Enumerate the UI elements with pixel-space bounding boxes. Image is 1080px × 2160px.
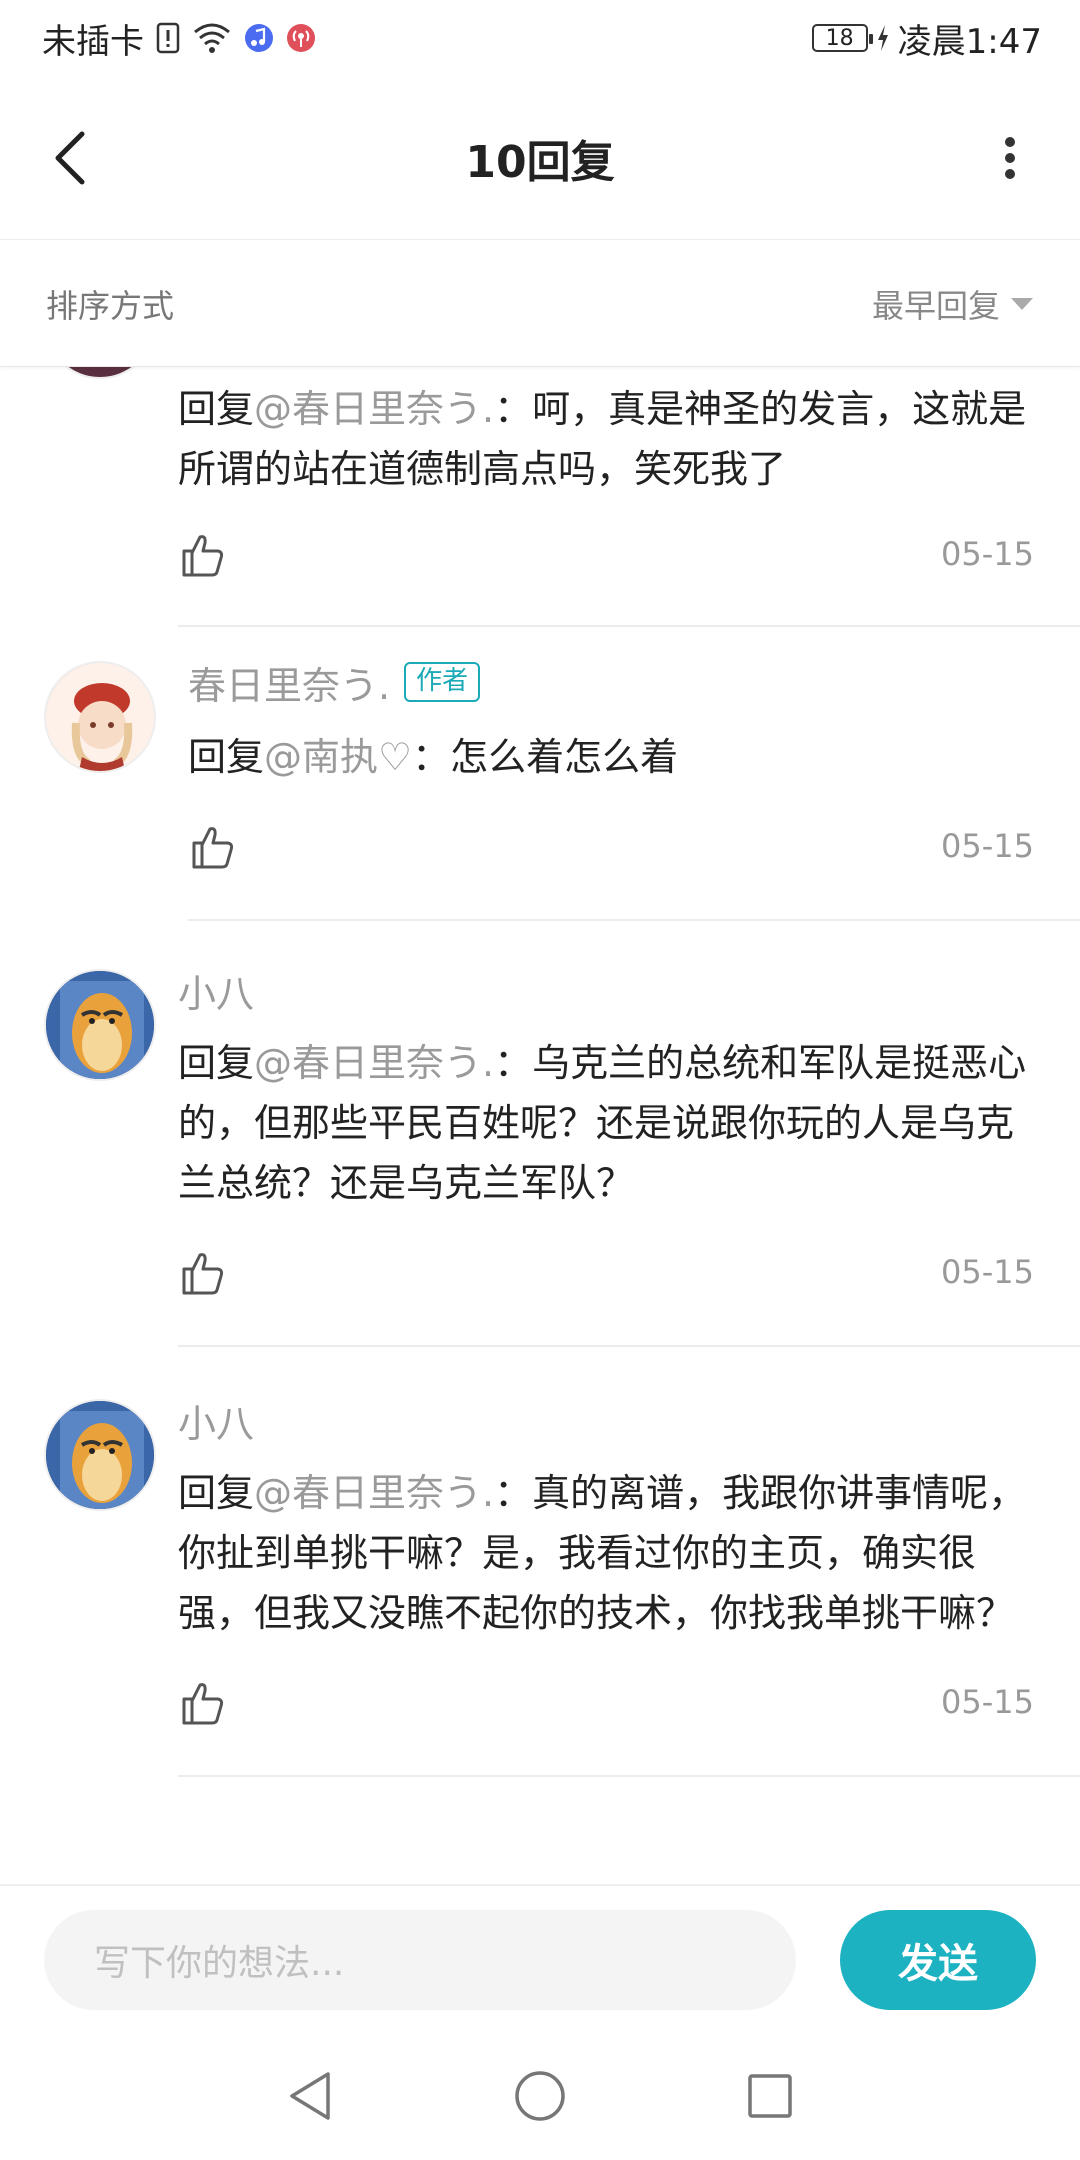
reply-date: 05-15 [941,827,1034,865]
send-button[interactable]: 发送 [840,1910,1036,2010]
username[interactable]: 小八 [178,1395,1080,1446]
clock: 凌晨1:47 [897,21,1042,62]
reply-date: 05-15 [941,1253,1034,1291]
thumbs-up-icon [182,1683,224,1725]
avatar-image [46,1401,154,1509]
like-button[interactable] [178,531,226,579]
nav-home-button[interactable] [510,2066,570,2126]
mention-link[interactable]: @春日里奈う. [254,1471,494,1515]
reply-meta: 05-15 [178,1671,1080,1751]
top-app-bar: 10回复 [0,76,1080,240]
reply-date: 05-15 [941,535,1034,573]
sort-label: 排序方式 [46,286,175,325]
mention-link[interactable]: @春日里奈う. [254,387,494,431]
avatar[interactable] [44,661,156,773]
music-app-icon [244,23,274,53]
sort-value: 最早回复 [871,286,1000,325]
reply-date: 05-15 [941,1683,1034,1721]
avatar[interactable] [44,969,156,1081]
reply-text: 回复@春日里奈う.：真的离谱，我跟你讲事情呢，你扯到单挑干嘛？是，我看过你的主页… [178,1471,1027,1635]
charging-icon [876,24,890,52]
avatar-image [46,663,154,771]
system-nav-bar [0,2032,1080,2160]
page-title: 10回复 [465,136,615,188]
reply-text: 回复@南执♡：怎么着怎么着 [188,735,679,779]
author-badge: 作者 [404,662,481,702]
back-button[interactable] [40,128,100,188]
wifi-icon [192,22,232,54]
more-vertical-icon [1005,137,1015,179]
username[interactable]: 小八 [178,965,1080,1016]
sim-alert-icon [156,22,180,54]
thumbs-up-icon [192,827,234,869]
reply-text: 回复@春日里奈う.：呵，真是神圣的发言，这就是所谓的站在道德制高点吗，笑死我了 [178,387,1027,491]
reply-meta: 05-15 [178,1241,1080,1321]
like-button[interactable] [178,1679,226,1727]
battery-icon: 18 [811,24,873,52]
reply-meta: 05-15 [178,523,1080,603]
more-options-button[interactable] [980,128,1040,188]
mention-link[interactable]: @南执♡ [264,735,412,779]
sort-bar: 排序方式 最早回复 [0,241,1080,367]
reply-list[interactable]: 回复@春日里奈う.：呵，真是神圣的发言，这就是所谓的站在道德制高点吗，笑死我了 … [0,367,1080,1883]
triangle-back-icon [290,2072,330,2120]
like-button[interactable] [178,1249,226,1297]
avatar-image [46,971,154,1079]
reply-input[interactable]: 写下你的想法... [44,1910,796,2010]
divider [178,1775,1080,1777]
mention-link[interactable]: @春日里奈う. [254,1041,494,1085]
reply-meta: 05-15 [188,815,1080,895]
avatar[interactable] [44,367,156,379]
battery-level: 18 [825,25,854,51]
carrier-label: 未插卡 [42,21,144,62]
username[interactable]: 春日里奈う. 作者 [188,657,1080,708]
sort-dropdown[interactable]: 最早回复 [872,281,1034,327]
status-bar: 未插卡 18 凌晨1:47 [0,0,1080,76]
caret-down-icon [1011,297,1033,310]
circle-home-icon [515,2071,565,2121]
square-recents-icon [748,2074,792,2118]
avatar[interactable] [44,1399,156,1511]
divider [188,919,1080,921]
like-button[interactable] [188,823,236,871]
podcast-app-icon [286,23,316,53]
divider [178,625,1080,627]
chevron-left-icon [55,131,85,185]
thumbs-up-icon [182,1253,224,1295]
nav-recents-button[interactable] [740,2066,800,2126]
reply-text: 回复@春日里奈う.：乌克兰的总统和军队是挺恶心的，但那些平民百姓呢？还是说跟你玩… [178,1041,1027,1205]
nav-back-button[interactable] [280,2066,340,2126]
divider [178,1345,1080,1347]
thumbs-up-icon [182,535,224,577]
reply-composer: 写下你的想法... 发送 [0,1884,1080,2032]
